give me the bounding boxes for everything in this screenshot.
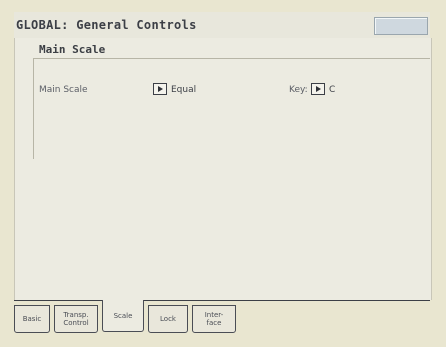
key-arrow-icon[interactable]: [311, 83, 325, 95]
tab-interface[interactable]: Inter- face: [192, 305, 236, 333]
page-menu-button[interactable]: [374, 17, 428, 35]
tab-lock[interactable]: Lock: [148, 305, 188, 333]
display-screen: GLOBAL: General Controls Main Scale Main…: [0, 0, 446, 347]
key-value[interactable]: C: [329, 85, 335, 95]
tab-basic[interactable]: Basic: [14, 305, 50, 333]
main-panel: Main Scale Main Scale Equal Key: C: [14, 38, 432, 300]
main-scale-section: [33, 58, 430, 159]
main-scale-arrow-icon[interactable]: [153, 83, 167, 95]
page-title: GLOBAL: General Controls: [16, 18, 197, 32]
title-bar: GLOBAL: General Controls: [14, 12, 430, 39]
section-heading: Main Scale: [39, 43, 106, 56]
main-scale-value[interactable]: Equal: [171, 85, 196, 95]
main-scale-label: Main Scale: [39, 85, 88, 95]
tab-scale[interactable]: Scale: [102, 300, 144, 332]
tab-bar: Basic Transp. Control Scale Lock Inter- …: [14, 300, 430, 337]
key-label: Key:: [289, 85, 308, 95]
tab-transp-control[interactable]: Transp. Control: [54, 305, 98, 333]
